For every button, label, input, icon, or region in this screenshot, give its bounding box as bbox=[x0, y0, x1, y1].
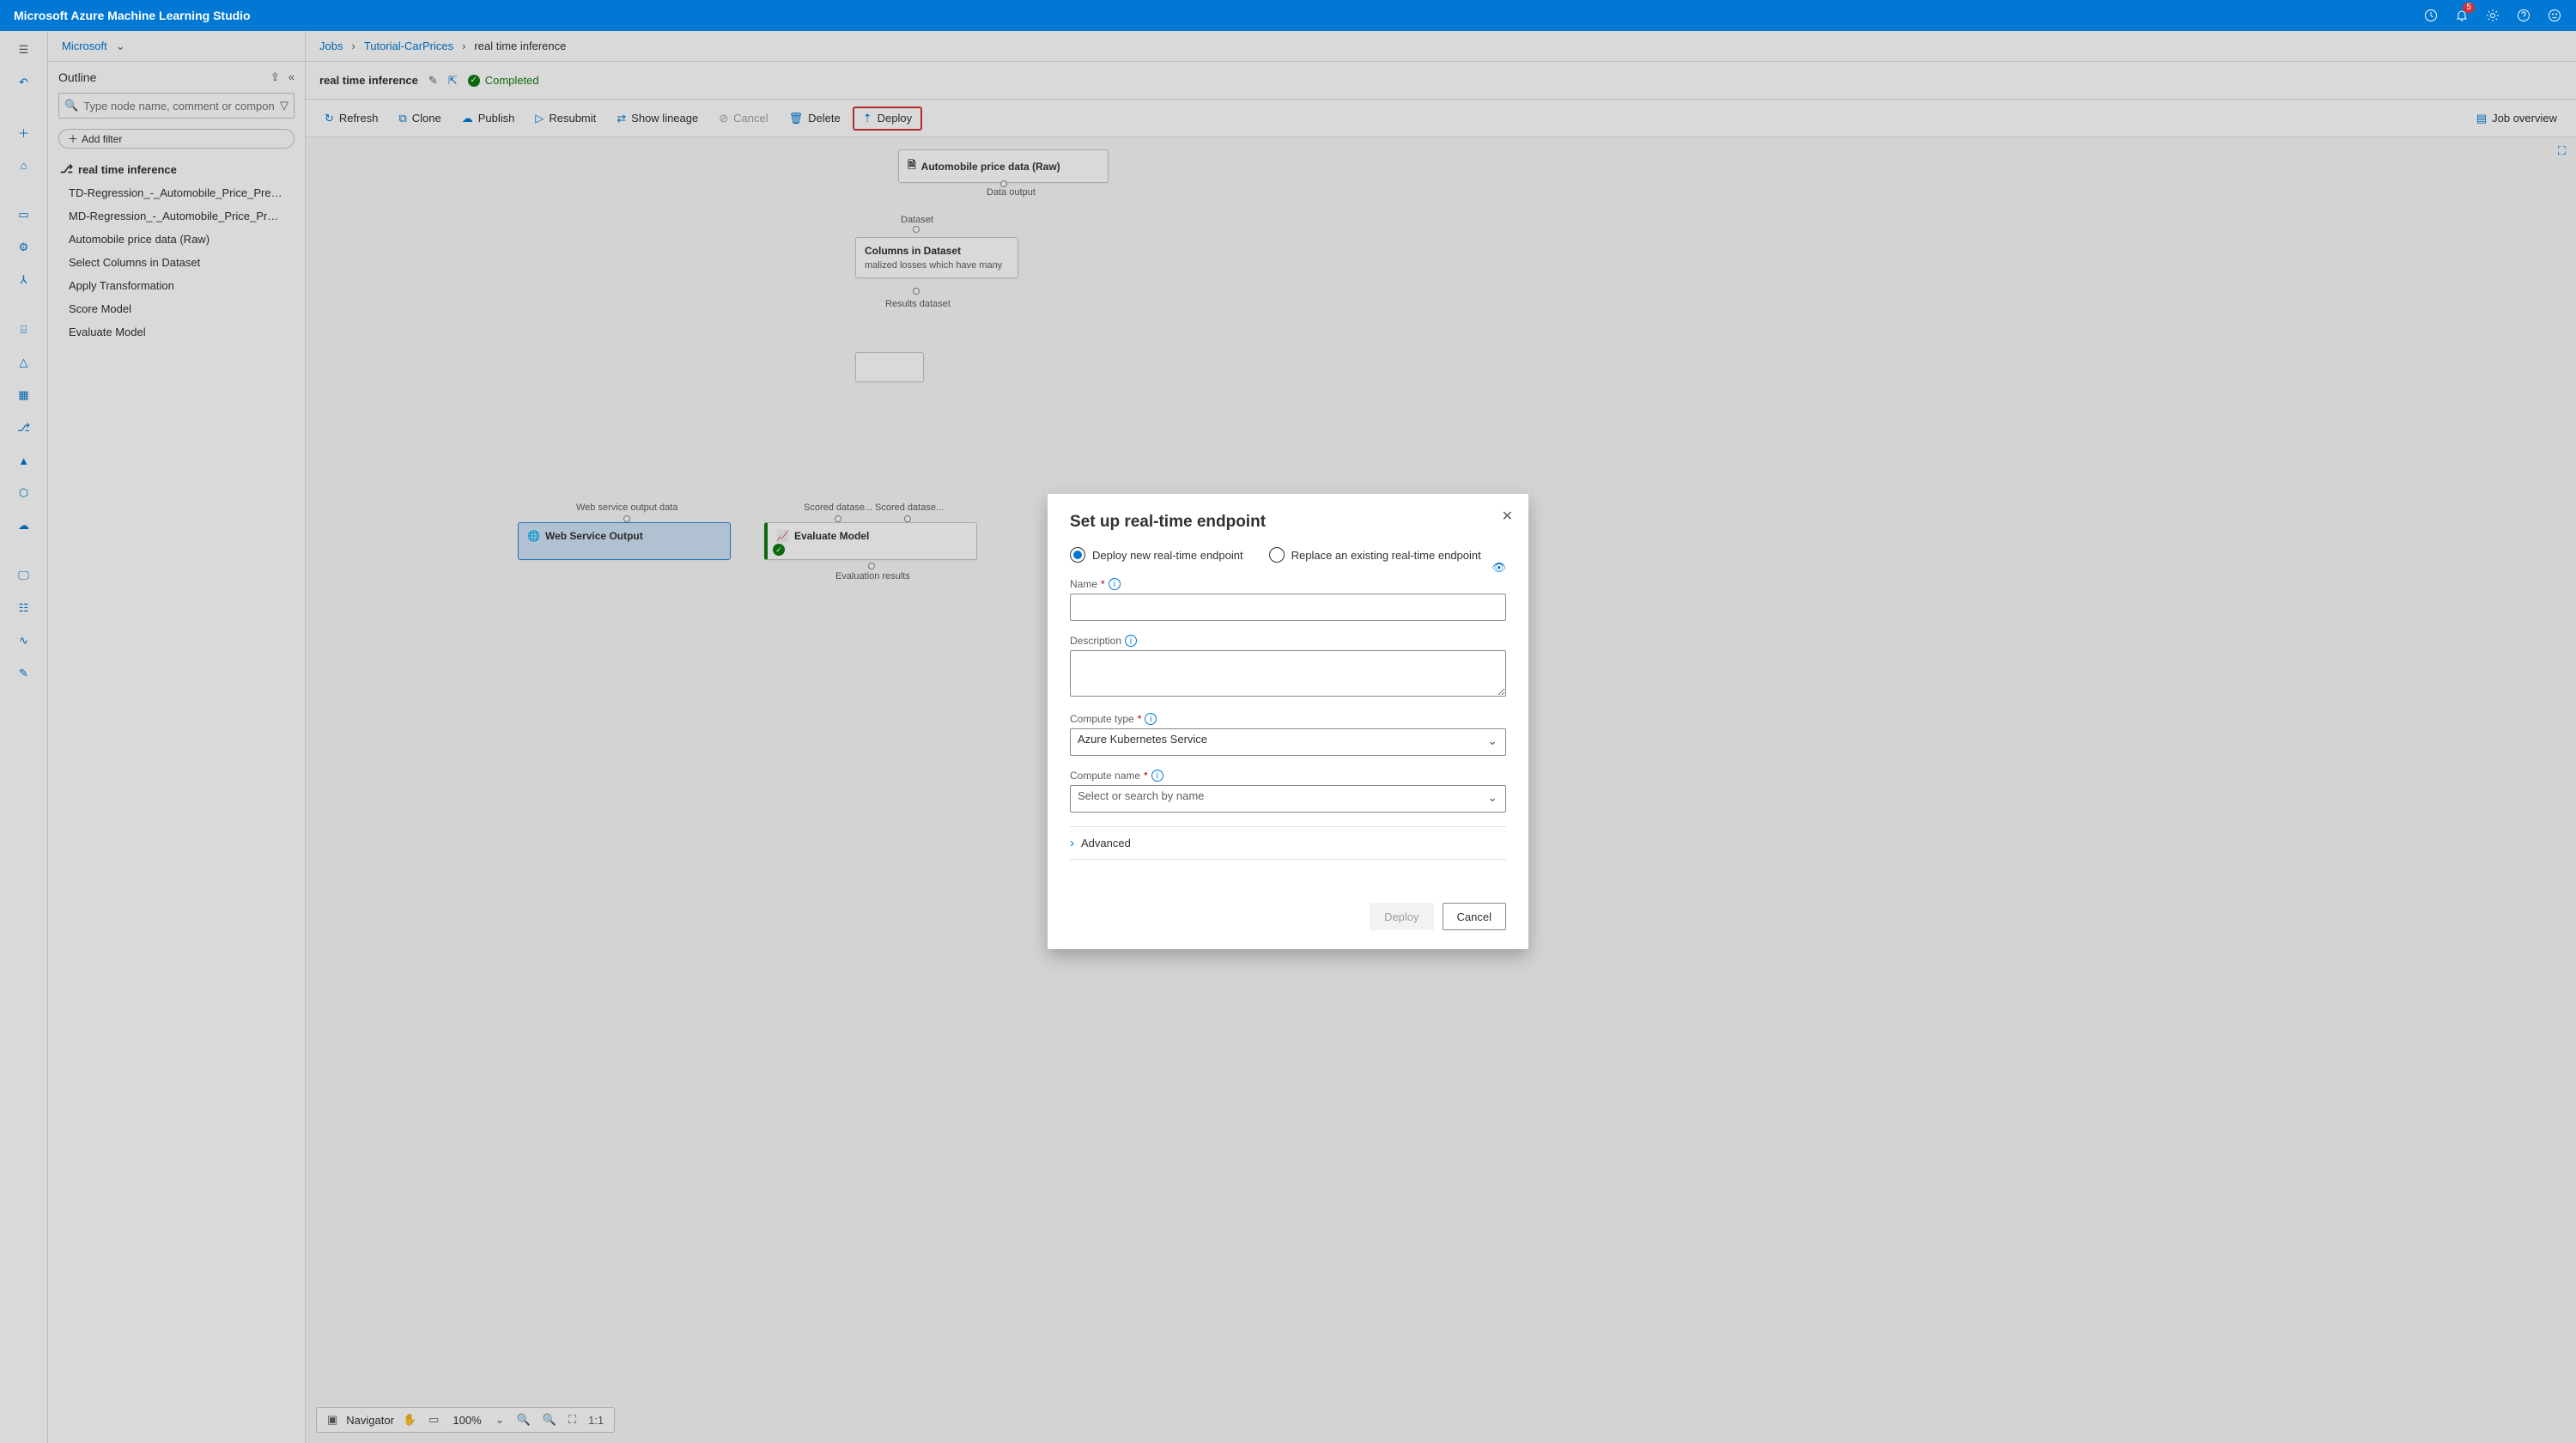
azure-topbar: Microsoft Azure Machine Learning Studio … bbox=[0, 0, 2576, 31]
modal-cancel-button[interactable]: Cancel bbox=[1443, 903, 1506, 930]
chevron-right-icon: › bbox=[1070, 836, 1074, 850]
info-icon[interactable]: i bbox=[1125, 635, 1137, 647]
info-icon[interactable]: i bbox=[1145, 713, 1157, 725]
radio-deploy-new[interactable]: Deploy new real-time endpoint bbox=[1070, 547, 1243, 563]
help-icon[interactable] bbox=[2516, 8, 2531, 23]
compute-name-select[interactable]: Select or search by name bbox=[1070, 785, 1506, 813]
modal-actions: Deploy Cancel bbox=[1070, 903, 1506, 930]
modal-title: Set up real-time endpoint bbox=[1070, 513, 1506, 532]
deploy-endpoint-modal: ✕ Set up real-time endpoint Deploy new r… bbox=[1048, 494, 1528, 949]
bell-icon[interactable]: 5 bbox=[2454, 8, 2470, 23]
info-icon[interactable]: i bbox=[1109, 578, 1121, 590]
name-label: Name* i bbox=[1070, 578, 1506, 590]
topbar-icons: 5 bbox=[2423, 8, 2562, 23]
smile-icon[interactable] bbox=[2547, 8, 2562, 23]
close-icon[interactable]: ✕ bbox=[1502, 508, 1513, 525]
gear-icon[interactable] bbox=[2485, 8, 2500, 23]
radio-replace-existing[interactable]: Replace an existing real-time endpoint bbox=[1269, 547, 1481, 563]
clock-icon[interactable] bbox=[2423, 8, 2439, 23]
compute-type-select[interactable]: Azure Kubernetes Service bbox=[1070, 728, 1506, 756]
deploy-mode-radio-group: Deploy new real-time endpoint Replace an… bbox=[1070, 547, 1506, 563]
notification-badge: 5 bbox=[2463, 3, 2475, 13]
info-icon[interactable]: i bbox=[1151, 770, 1163, 782]
modal-deploy-button: Deploy bbox=[1370, 903, 1433, 930]
endpoint-name-input[interactable] bbox=[1070, 594, 1506, 621]
app-title: Microsoft Azure Machine Learning Studio bbox=[14, 9, 251, 22]
eye-icon[interactable]: 👁 bbox=[1492, 561, 1506, 575]
compute-name-label: Compute name* i bbox=[1070, 770, 1506, 782]
description-label: Description i bbox=[1070, 635, 1506, 647]
endpoint-description-input[interactable] bbox=[1070, 650, 1506, 697]
advanced-section-toggle[interactable]: › Advanced bbox=[1070, 826, 1506, 860]
compute-type-label: Compute type* i bbox=[1070, 713, 1506, 725]
